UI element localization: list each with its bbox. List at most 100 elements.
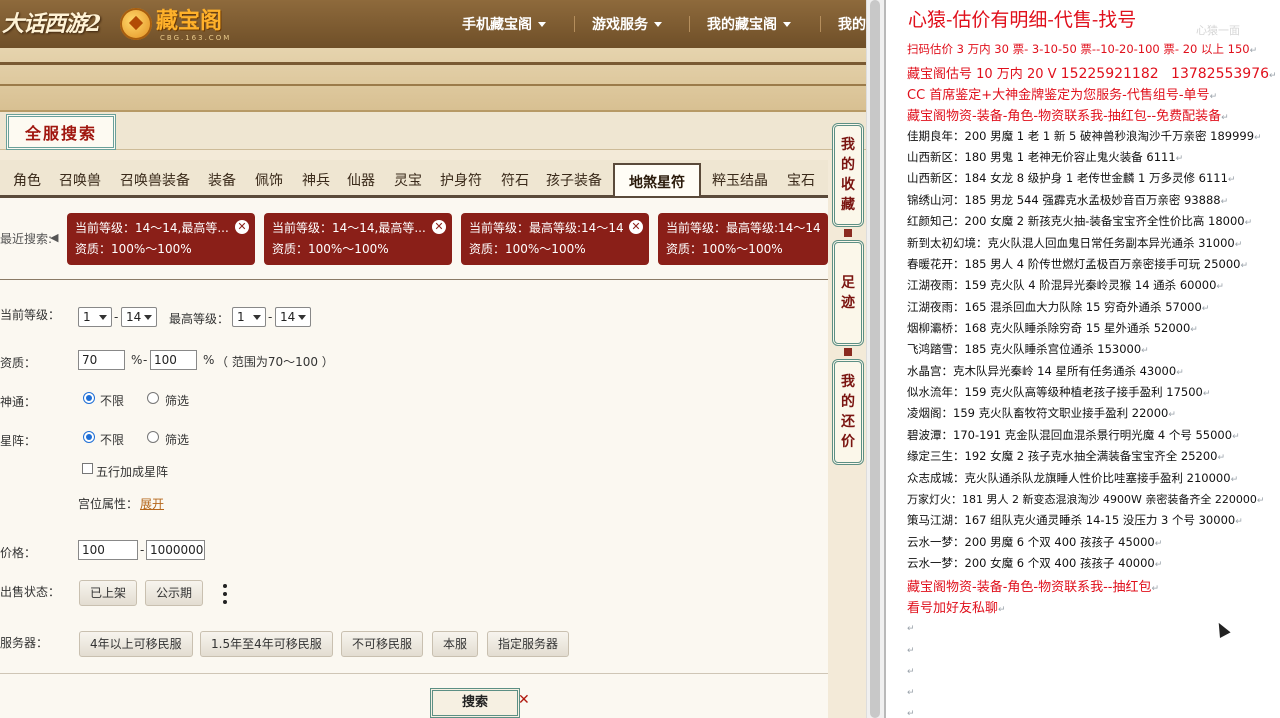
scrollbar-thumb[interactable] — [870, 0, 880, 718]
banner-rule — [0, 62, 866, 65]
search-button[interactable]: 搜索 — [430, 688, 520, 718]
tab-pet[interactable]: 召唤兽 — [59, 170, 101, 190]
line-text: 新到太初幻境：克火队混人回血鬼日常任务副本异光通杀 31000 — [907, 236, 1235, 250]
footprint-button[interactable]: 足迹 — [832, 240, 864, 346]
xingzhen-label: 星阵： — [0, 434, 37, 448]
option-filter-label: 筛选 — [165, 394, 190, 408]
paragraph-mark: ↵ — [1201, 304, 1210, 314]
range-dash: - — [268, 310, 273, 324]
tab-gem[interactable]: 宝石 — [787, 170, 815, 190]
chip-line-quality: 资质：100%～100% — [75, 242, 192, 256]
status-preview-button[interactable]: 公示期 — [145, 580, 204, 606]
close-icon[interactable]: ✕ — [432, 220, 446, 234]
server-this-button[interactable]: 本服 — [432, 631, 479, 657]
listing-line: 缘定三生：192 女魔 2 孩子克水抽全满装备宝宝齐全 25200↵ — [907, 448, 1225, 464]
nav-label: 手机藏宝阁 — [462, 17, 532, 33]
side-char: 的 — [841, 157, 855, 173]
line-text: 水晶宫：克木队异光秦岭 14 星所有任务通杀 43000 — [907, 364, 1177, 378]
tab-role[interactable]: 角色 — [13, 170, 41, 190]
side-char: 藏 — [841, 197, 855, 213]
xingzhen-any-radio[interactable] — [83, 431, 95, 443]
section-divider — [0, 279, 828, 280]
listing-line: 云水一梦：200 男魔 6 个双 400 孩孩子 45000↵ — [907, 534, 1162, 550]
shentong-any-radio[interactable] — [83, 392, 95, 404]
side-char: 还 — [841, 414, 855, 430]
recent-search-chip[interactable]: 当前等级：最高等级:14～14 资质：100%～100% ✕ — [461, 213, 649, 265]
percent-unit: % — [203, 353, 215, 367]
phone-number: 13782553976 — [1171, 66, 1270, 82]
price-max-input[interactable]: 1000000 — [146, 540, 205, 560]
gongwei-expand-link[interactable]: 展开 — [140, 495, 164, 512]
max-level-max-select[interactable]: 14 — [275, 307, 311, 327]
nav-divider — [689, 16, 690, 32]
nav-game-services[interactable]: 游戏服务 — [592, 14, 662, 34]
price-min-input[interactable]: 100 — [78, 540, 138, 560]
paragraph-mark: ↵ — [1234, 240, 1243, 250]
status-listed-button[interactable]: 已上架 — [79, 580, 138, 606]
empty-paragraph: ↵ — [907, 688, 915, 698]
footer-contact-line: 看号加好友私聊↵ — [907, 597, 1006, 616]
level-min-select[interactable]: 1 — [78, 307, 112, 327]
xingzhen-filter-radio[interactable] — [147, 431, 159, 443]
line-text: 扫码估价 3 万内 30 票- 3-10-50 票--10-20-100 票- … — [907, 42, 1250, 56]
nav-mobile-cbg[interactable]: 手机藏宝阁 — [462, 14, 546, 34]
paragraph-mark: ↵ — [1168, 410, 1176, 420]
listing-line: 山西新区：184 女龙 8 级护身 1 老传世金麟 1 万多灵修 6111↵ — [907, 170, 1235, 186]
server-specific-button[interactable]: 指定服务器 — [487, 631, 570, 657]
paragraph-mark: ↵ — [1151, 584, 1160, 594]
tab-equip[interactable]: 装备 — [208, 170, 236, 190]
paragraph-mark: ↵ — [1269, 71, 1277, 81]
shentong-filter-radio[interactable] — [147, 392, 159, 404]
more-options-icon[interactable] — [222, 584, 228, 604]
line-text: 江湖夜雨：165 混杀回血大力队除 15 穷奇外通杀 57000 — [907, 300, 1202, 314]
tab-jade-crystal[interactable]: 粹玉结晶 — [712, 170, 768, 190]
my-favorites-button[interactable]: 我的收藏 — [832, 123, 864, 227]
quality-min-input[interactable]: 70 — [78, 350, 125, 370]
document-edge — [884, 0, 886, 718]
listing-line: 万家灯火：181 男人 2 新变态混浪淘沙 4900W 亲密装备齐全 22000… — [907, 491, 1264, 507]
tab-rune-stone[interactable]: 符石 — [501, 170, 529, 190]
line-text: 锦绣山河：185 男龙 544 强霹克水孟极妙音百万亲密 93888 — [907, 193, 1221, 207]
line-text: 春暖花开：185 男人 4 阶传世燃灯孟极百万亲密接手可玩 25000 — [907, 257, 1241, 271]
listing-line: 锦绣山河：185 男龙 544 强霹克水孟极妙音百万亲密 93888↵ — [907, 192, 1228, 208]
tab-divine-weapon[interactable]: 神兵 — [302, 170, 330, 190]
recent-search-chip[interactable]: 当前等级：14～14,最高等... 资质：100%～100% ✕ — [264, 213, 452, 265]
game-logo[interactable]: 大话西游2 — [0, 6, 101, 42]
my-counteroffer-button[interactable]: 我的还价 — [832, 359, 864, 465]
cbg-logo[interactable]: 藏宝阁 — [156, 9, 222, 35]
max-level-label: 最高等级： — [169, 312, 230, 326]
level-max-select[interactable]: 14 — [121, 307, 157, 327]
side-connector — [844, 229, 852, 237]
close-icon[interactable]: ✕ — [629, 220, 643, 234]
cbg-logo-icon[interactable] — [120, 8, 152, 40]
tab-star-talisman[interactable]: 地煞星符 — [613, 163, 701, 196]
line-text: 山西新区：180 男鬼 1 老神无价容止鬼火装备 6111 — [907, 150, 1176, 164]
nav-divider — [820, 16, 821, 32]
recent-search-chip[interactable]: 当前等级：14～14,最高等... 资质：100%～100% ✕ — [67, 213, 255, 265]
nav-my[interactable]: 我的 — [838, 14, 866, 34]
line-text: 碧波潭：170-191 克金队混回血混杀景行明光魔 4 个号 55000 — [907, 428, 1233, 442]
server-4yr-button[interactable]: 4年以上可移民服 — [79, 631, 193, 657]
tab-pet-equip[interactable]: 召唤兽装备 — [120, 170, 190, 190]
quality-max-input[interactable]: 100 — [150, 350, 197, 370]
server-no-migrate-button[interactable]: 不可移民服 — [341, 631, 424, 657]
max-level-min-select[interactable]: 1 — [232, 307, 266, 327]
tab-accessory[interactable]: 佩饰 — [255, 170, 283, 190]
wuxing-checkbox[interactable] — [82, 463, 93, 474]
close-icon[interactable]: ✕ — [235, 220, 249, 234]
screen: 大话西游2 藏宝阁 CBG.163.COM 手机藏宝阁 游戏服务 我的藏宝阁 我… — [0, 0, 1280, 718]
chip-line-quality: 资质：100%～100% — [666, 242, 783, 256]
nav-my-cbg[interactable]: 我的藏宝阁 — [707, 14, 791, 34]
recent-search-chip[interactable]: 当前等级：最高等级:14～14 资质：100%～100% — [658, 213, 828, 265]
tab-spirit-treasure[interactable]: 灵宝 — [394, 170, 422, 190]
section-title: 全服搜索 — [6, 114, 116, 150]
clear-icon[interactable]: ✕ — [518, 692, 530, 708]
tab-child-equip[interactable]: 孩子装备 — [546, 170, 602, 190]
tab-amulet[interactable]: 护身符 — [440, 170, 482, 190]
chevron-left-icon[interactable]: ◀ — [50, 231, 58, 244]
range-dash: - — [114, 310, 119, 324]
section-divider — [0, 673, 828, 674]
server-1-5yr-button[interactable]: 1.5年至4年可移民服 — [200, 631, 333, 657]
tab-immortal-item[interactable]: 仙器 — [347, 170, 375, 190]
side-char: 收 — [841, 177, 855, 193]
